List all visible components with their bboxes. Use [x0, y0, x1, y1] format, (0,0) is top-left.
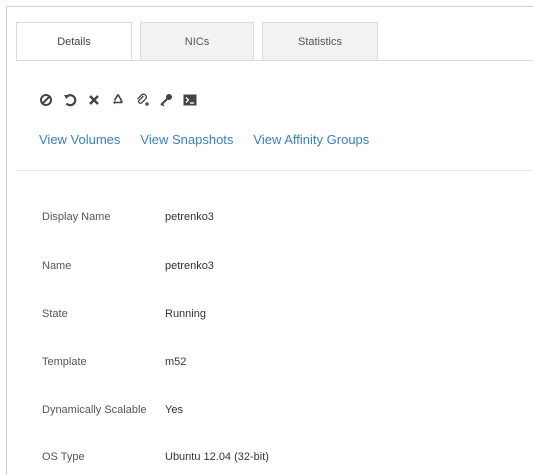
tab-underline	[16, 60, 533, 61]
tab-details-label: Details	[57, 36, 91, 48]
detail-label: Display Name	[42, 211, 111, 223]
action-toolbar	[39, 93, 207, 107]
tab-statistics[interactable]: Statistics	[262, 22, 378, 60]
detail-label: State	[42, 308, 68, 320]
detail-value: petrenko3	[165, 260, 214, 272]
stop-icon[interactable]	[39, 93, 53, 107]
view-links: View Volumes View Snapshots View Affinit…	[39, 132, 389, 147]
section-divider	[16, 170, 533, 171]
tab-statistics-label: Statistics	[297, 35, 342, 48]
tab-nics[interactable]: NICs	[140, 22, 254, 60]
detail-label: Template	[42, 356, 87, 368]
detail-value: m52	[165, 356, 187, 368]
destroy-icon[interactable]	[87, 93, 101, 107]
reboot-icon[interactable]	[63, 93, 77, 107]
detail-value: Ubuntu 12.04 (32-bit)	[165, 451, 269, 463]
detail-row-state: State Running	[42, 304, 533, 324]
detail-label: Dynamically Scalable	[42, 404, 147, 416]
console-icon[interactable]	[183, 93, 197, 107]
detail-row-name: Name petrenko3	[42, 256, 533, 276]
view-affinity-groups-link[interactable]: View Affinity Groups	[253, 132, 369, 147]
detail-row-os-type: OS Type Ubuntu 12.04 (32-bit)	[42, 447, 533, 467]
view-volumes-link[interactable]: View Volumes	[39, 132, 120, 147]
attach-iso-icon[interactable]	[135, 93, 149, 107]
detail-label: Name	[42, 260, 72, 272]
detail-row-dynamically-scalable: Dynamically Scalable Yes	[42, 400, 533, 420]
view-snapshots-link[interactable]: View Snapshots	[140, 132, 233, 147]
detail-value: petrenko3	[165, 211, 214, 223]
recycle-icon[interactable]	[111, 93, 125, 107]
reset-password-icon[interactable]	[159, 93, 173, 107]
detail-value: Running	[165, 308, 206, 320]
detail-row-template: Template m52	[42, 352, 533, 372]
detail-value: Yes	[165, 404, 183, 416]
tab-nics-label: NICs	[184, 35, 210, 48]
detail-label: OS Type	[42, 451, 85, 463]
tab-details[interactable]: Details	[16, 22, 132, 61]
tab-bar: Details NICs Statistics	[16, 22, 386, 61]
detail-row-display-name: Display Name petrenko3	[42, 207, 533, 227]
